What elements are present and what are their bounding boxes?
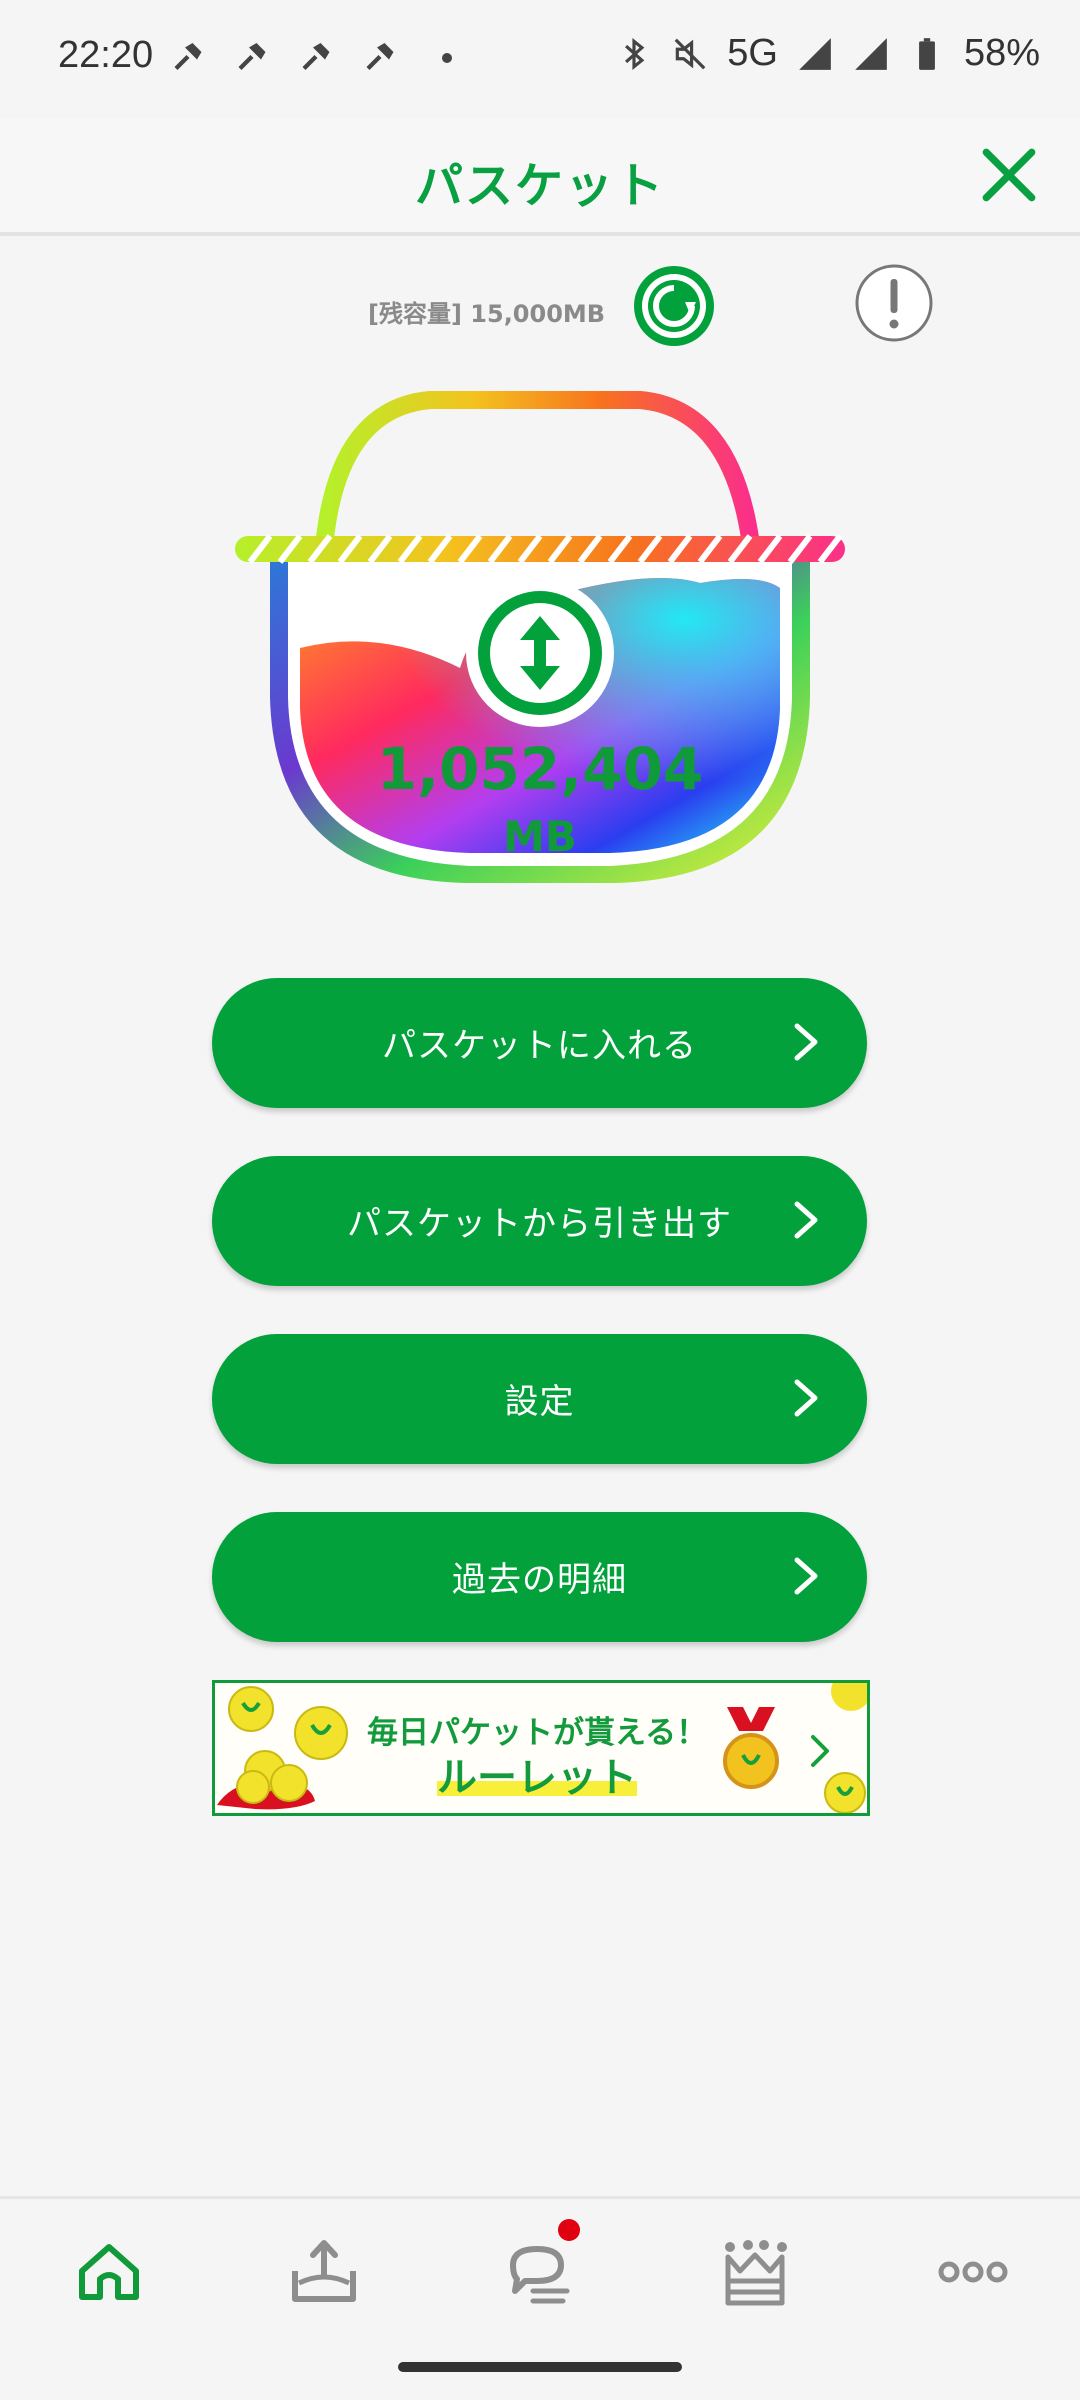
info-icon[interactable] [853, 262, 935, 344]
nav-ranking[interactable] [718, 2235, 792, 2309]
more-icon [938, 2261, 1008, 2283]
battery-icon [919, 37, 935, 70]
hammer-icon [174, 43, 202, 70]
refresh-icon[interactable] [630, 262, 718, 350]
upload-icon [292, 2240, 356, 2302]
mute-icon [674, 38, 706, 69]
history-button-label: 過去の明細 [452, 1560, 627, 1600]
chat-icon [510, 2246, 570, 2304]
settings-button-label: 設定 [504, 1382, 575, 1422]
chevron-right-icon [794, 1201, 818, 1239]
hammer-icon [366, 43, 394, 70]
bluetooth-icon [625, 37, 645, 70]
crown-icon [725, 2240, 787, 2306]
withdraw-button[interactable]: パスケットから引き出す [212, 1156, 867, 1286]
hammer-icon [302, 43, 330, 70]
status-bar: 22:20 5G 58% [0, 0, 1080, 118]
bottom-nav [0, 2196, 1080, 2337]
banner-title: ルーレット [437, 1745, 637, 1803]
nav-transfer[interactable] [287, 2235, 361, 2309]
status-time: 22:20 [58, 34, 154, 76]
page-title: パスケット [414, 158, 665, 214]
close-icon[interactable] [978, 144, 1040, 206]
hammer-icon [238, 43, 266, 70]
gesture-bar[interactable] [398, 2362, 682, 2372]
roulette-banner[interactable]: 毎日パケットが貰える！ ルーレット [212, 1680, 870, 1816]
battery-level: 58% [963, 32, 1040, 74]
nav-chat[interactable] [503, 2235, 577, 2309]
remaining-capacity: [残容量] 15,000MB [368, 300, 606, 328]
system-indicators: 5G 58% [615, 32, 1040, 75]
notification-badge [558, 2219, 580, 2241]
notification-icons [170, 40, 452, 76]
settings-button[interactable]: 設定 [212, 1334, 867, 1464]
chevron-right-icon [794, 1023, 818, 1061]
capacity-row: [残容量] 15,000MB [0, 262, 1080, 352]
deposit-button-label: パスケットに入れる [382, 1026, 697, 1066]
balance-value: 1,052,404 [376, 735, 704, 803]
signal-icon [799, 37, 831, 70]
signal-icon [855, 37, 887, 70]
withdraw-button-label: パスケットから引き出す [347, 1204, 732, 1244]
chevron-right-icon [794, 1557, 818, 1595]
app-header: パスケット [0, 118, 1080, 236]
balance-unit: MB [503, 812, 577, 861]
nav-home[interactable] [72, 2235, 146, 2309]
history-button[interactable]: 過去の明細 [212, 1512, 867, 1642]
deposit-button[interactable]: パスケットに入れる [212, 978, 867, 1108]
more-notifications-dot [442, 53, 452, 63]
nav-more[interactable] [936, 2235, 1010, 2309]
network-type: 5G [727, 32, 778, 74]
home-icon [79, 2244, 139, 2300]
chevron-right-icon [794, 1379, 818, 1417]
